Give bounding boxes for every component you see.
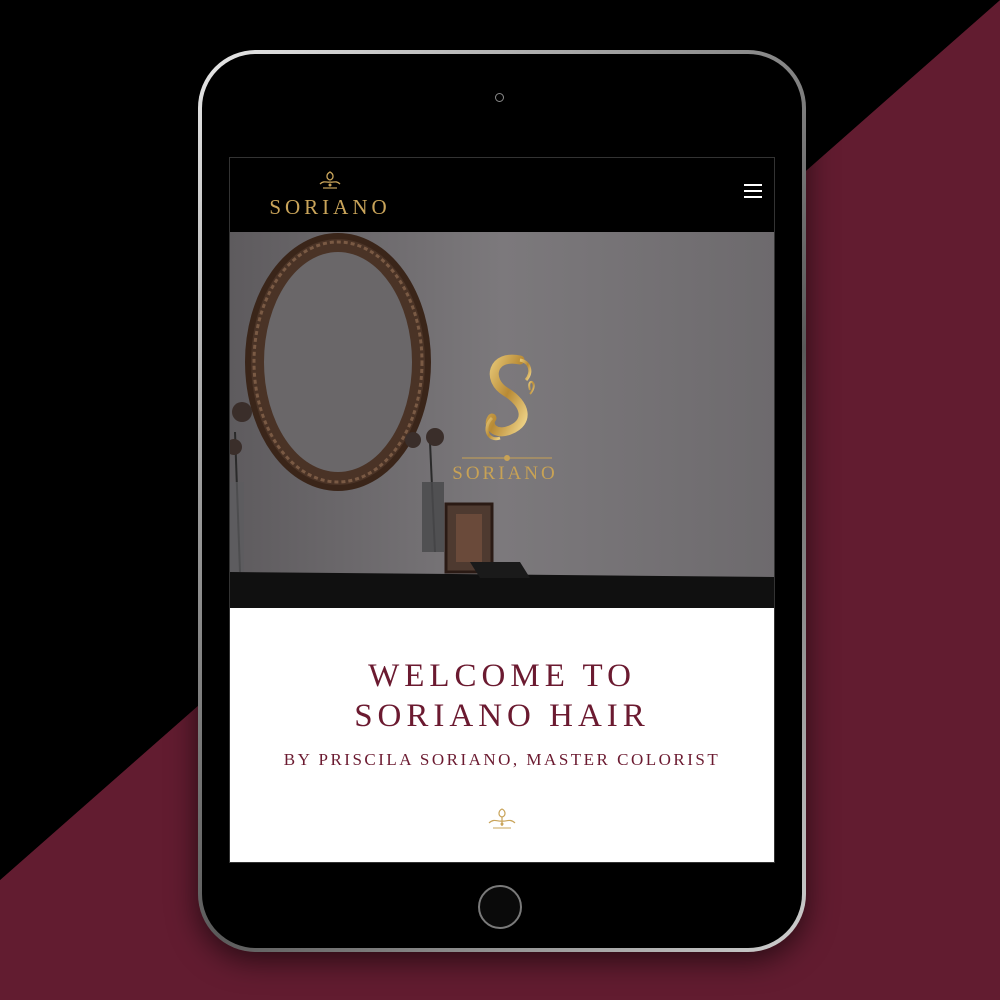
welcome-title: WELCOME TO SORIANO HAIR [230, 656, 774, 736]
welcome-section: WELCOME TO SORIANO HAIR BY PRISCILA SORI… [230, 608, 774, 862]
hero-banner: SORIANO [230, 232, 774, 608]
welcome-subtitle: BY PRISCILA SORIANO, MASTER COLORIST [283, 750, 721, 769]
logo-text: SORIANO [269, 195, 391, 219]
screen: SORIANO SORIANO WELCOME TO SORIANO HAIR … [229, 157, 775, 863]
camera-icon [495, 93, 504, 102]
hamburger-menu-icon[interactable] [744, 184, 762, 200]
welcome-title-line1: WELCOME TO [368, 658, 636, 694]
hero-logo-text: SORIANO [452, 463, 558, 484]
crest-icon [319, 171, 341, 189]
site-logo[interactable]: SORIANO [250, 170, 410, 220]
home-button[interactable] [478, 885, 522, 929]
crest-ornament-icon [488, 808, 516, 829]
welcome-title-line2: SORIANO HAIR [354, 698, 650, 734]
salon-mirror-photo [230, 232, 774, 608]
navbar: SORIANO [230, 158, 774, 232]
